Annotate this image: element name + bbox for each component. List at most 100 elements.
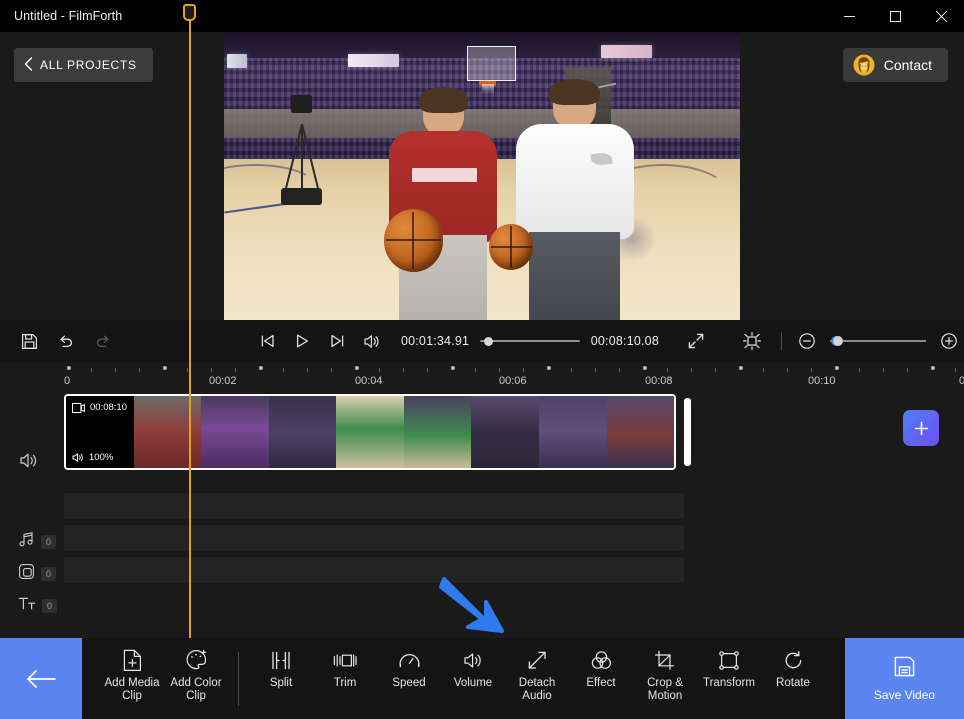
undo-icon[interactable] [51, 324, 82, 358]
zoom-slider-thumb[interactable] [833, 336, 843, 346]
overlay-track[interactable] [64, 525, 684, 551]
add-media-icon [122, 648, 143, 672]
filmforth-window: Untitled - FilmForth ALL PROJECTS [0, 0, 964, 719]
play-button[interactable] [287, 324, 318, 358]
all-projects-button[interactable]: ALL PROJECTS [14, 48, 153, 82]
add-color-icon [185, 648, 208, 672]
text-track[interactable] [64, 557, 684, 583]
ruler-label: 0 [64, 375, 70, 387]
music-track-count: 0 [41, 535, 56, 549]
clip-thumbnail [471, 396, 539, 468]
split-icon [270, 648, 292, 672]
playhead[interactable] [189, 10, 191, 638]
arena-banner [227, 54, 248, 68]
current-time: 00:01:34.91 [401, 334, 469, 348]
video-frame [224, 32, 740, 320]
timeline-ruler[interactable]: 0 00:02 00:04 00:06 00:08 00:10 0 [0, 362, 964, 394]
zoom-out-button[interactable] [792, 324, 823, 358]
tool-crop-motion[interactable]: Crop & Motion [633, 638, 697, 703]
minimize-button[interactable] [826, 0, 872, 32]
tool-label: Transform [703, 677, 755, 690]
contact-label: Contact [884, 57, 932, 73]
clip-thumbnail [201, 396, 269, 468]
arena-banner [601, 45, 653, 58]
volume-icon[interactable] [356, 324, 387, 358]
ruler-label: 00:06 [499, 375, 527, 387]
track-header-music[interactable]: 0 [0, 531, 56, 553]
effect-icon [590, 648, 613, 672]
next-frame-button[interactable] [321, 324, 352, 358]
contact-button[interactable]: Contact [843, 48, 948, 82]
video-clip[interactable]: 00:08:10 100% [64, 394, 676, 470]
volume-icon [462, 648, 484, 672]
track-header-video[interactable] [0, 450, 39, 476]
ruler-label: 00:08 [645, 375, 673, 387]
tool-add-media-clip[interactable]: Add Media Clip [100, 638, 164, 703]
person-red-shirt [379, 90, 508, 320]
tool-trim[interactable]: Trim [313, 638, 377, 690]
preview-scrubber[interactable] [480, 334, 580, 348]
save-video-label: Save Video [874, 688, 935, 702]
track-headers: 0 0 0 [0, 394, 56, 594]
tool-speed[interactable]: Speed [377, 638, 441, 690]
previous-frame-button[interactable] [252, 324, 283, 358]
rotate-icon [783, 648, 804, 672]
tool-detach-audio[interactable]: Detach Audio [505, 638, 569, 703]
tool-rotate[interactable]: Rotate [761, 638, 825, 690]
text-icon[interactable] [18, 595, 36, 617]
transform-icon [718, 648, 740, 672]
add-track-button[interactable] [903, 410, 939, 446]
track-header-overlay[interactable]: 0 [0, 563, 56, 585]
tool-effect[interactable]: Effect [569, 638, 633, 690]
text-track-count: 0 [42, 599, 57, 613]
basketball [489, 224, 533, 269]
basketball [384, 209, 443, 271]
bottom-toolbar: Add Media Clip Add Color Clip [0, 638, 964, 719]
tool-label: Crop & Motion [633, 677, 697, 703]
playback-toolbar: 00:01:34.91 00:08:10.08 [0, 320, 964, 362]
redo-icon [87, 324, 118, 358]
tool-split[interactable]: Split [249, 638, 313, 690]
track-header-text[interactable]: 0 [0, 595, 57, 617]
overlay-track-count: 0 [41, 567, 56, 581]
playhead-knob[interactable] [183, 4, 196, 21]
save-icon[interactable] [15, 324, 46, 358]
tool-label: Add Color Clip [164, 677, 228, 703]
fullscreen-icon[interactable] [681, 324, 712, 358]
person-white-shirt [508, 81, 642, 320]
speed-icon [398, 648, 421, 672]
clip-trim-handle-right[interactable] [684, 398, 691, 466]
tool-label: Split [270, 677, 292, 690]
window-title: Untitled - FilmForth [0, 9, 122, 23]
overlay-icon[interactable] [18, 563, 35, 585]
music-note-icon[interactable] [18, 531, 35, 553]
speaker-icon[interactable] [18, 450, 39, 476]
back-button[interactable] [0, 638, 82, 719]
fit-to-screen-icon[interactable] [737, 324, 768, 358]
ruler-label: 00:10 [808, 375, 836, 387]
timeline-zoom-slider[interactable] [830, 334, 926, 348]
chevron-left-icon [24, 57, 33, 74]
scrubber-thumb[interactable] [484, 337, 493, 346]
basketball-backboard [467, 46, 516, 81]
ruler-label: 00:02 [209, 375, 237, 387]
toolbar-divider [238, 652, 239, 706]
tool-label: Effect [586, 677, 615, 690]
close-button[interactable] [918, 0, 964, 32]
tool-volume[interactable]: Volume [441, 638, 505, 690]
detach-audio-icon [526, 648, 548, 672]
video-preview[interactable] [224, 32, 740, 320]
maximize-button[interactable] [872, 0, 918, 32]
tool-transform[interactable]: Transform [697, 638, 761, 690]
all-projects-label: ALL PROJECTS [40, 58, 137, 72]
video-track[interactable]: 00:08:10 100% [64, 394, 684, 470]
hint-arrow-annotation [438, 575, 518, 637]
title-bar: Untitled - FilmForth [0, 0, 964, 32]
clip-duration-badge: 00:08:10 [72, 402, 127, 413]
save-video-button[interactable]: Save Video [845, 638, 964, 719]
ruler-label: 0 [959, 375, 964, 387]
window-controls [826, 0, 964, 32]
tool-add-color-clip[interactable]: Add Color Clip [164, 638, 228, 703]
music-track[interactable] [64, 493, 684, 519]
zoom-in-button[interactable] [933, 324, 964, 358]
